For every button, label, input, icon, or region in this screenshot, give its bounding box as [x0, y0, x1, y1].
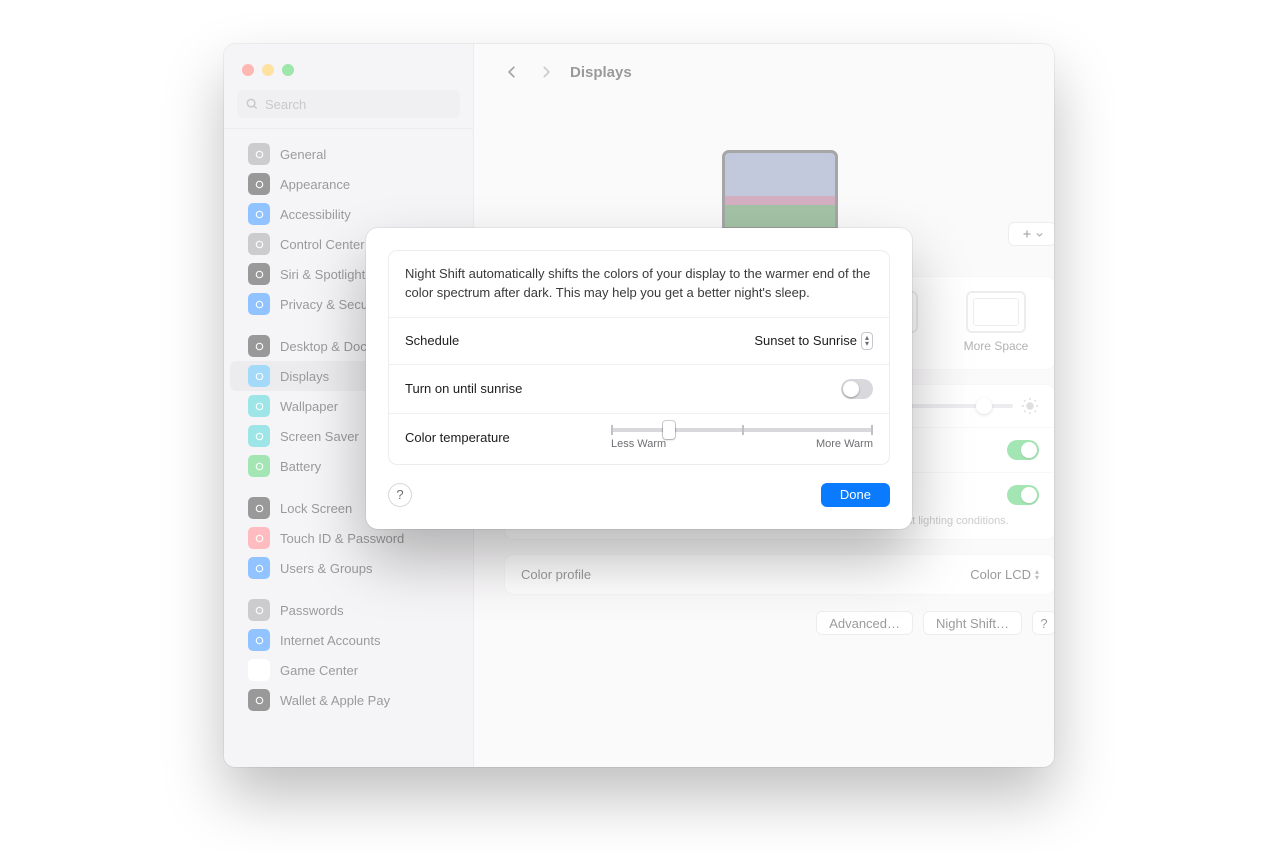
popup-caret-icon: ▴▾ — [861, 332, 873, 350]
done-button[interactable]: Done — [821, 483, 890, 507]
turn-on-label: Turn on until sunrise — [405, 381, 522, 396]
color-temp-slider[interactable]: Less Warm More Warm — [611, 428, 873, 450]
turn-on-toggle[interactable] — [841, 379, 873, 399]
more-warm-label: More Warm — [816, 438, 873, 450]
color-temp-label: Color temperature — [405, 428, 510, 445]
schedule-label: Schedule — [405, 333, 459, 348]
turn-on-row: Turn on until sunrise — [389, 365, 889, 414]
less-warm-label: Less Warm — [611, 438, 666, 450]
night-shift-sheet: Night Shift automatically shifts the col… — [366, 228, 912, 529]
schedule-row: Schedule Sunset to Sunrise ▴▾ — [389, 318, 889, 365]
sheet-help-button[interactable]: ? — [388, 483, 412, 507]
schedule-popup[interactable]: Sunset to Sunrise ▴▾ — [754, 332, 873, 350]
night-shift-description: Night Shift automatically shifts the col… — [405, 265, 873, 303]
schedule-value: Sunset to Sunrise — [754, 333, 857, 348]
system-settings-window: GeneralAppearanceAccessibilityControl Ce… — [224, 44, 1054, 767]
color-temp-row: Color temperature Less Warm More Warm — [389, 414, 889, 464]
modal-overlay: Night Shift automatically shifts the col… — [224, 44, 1054, 767]
